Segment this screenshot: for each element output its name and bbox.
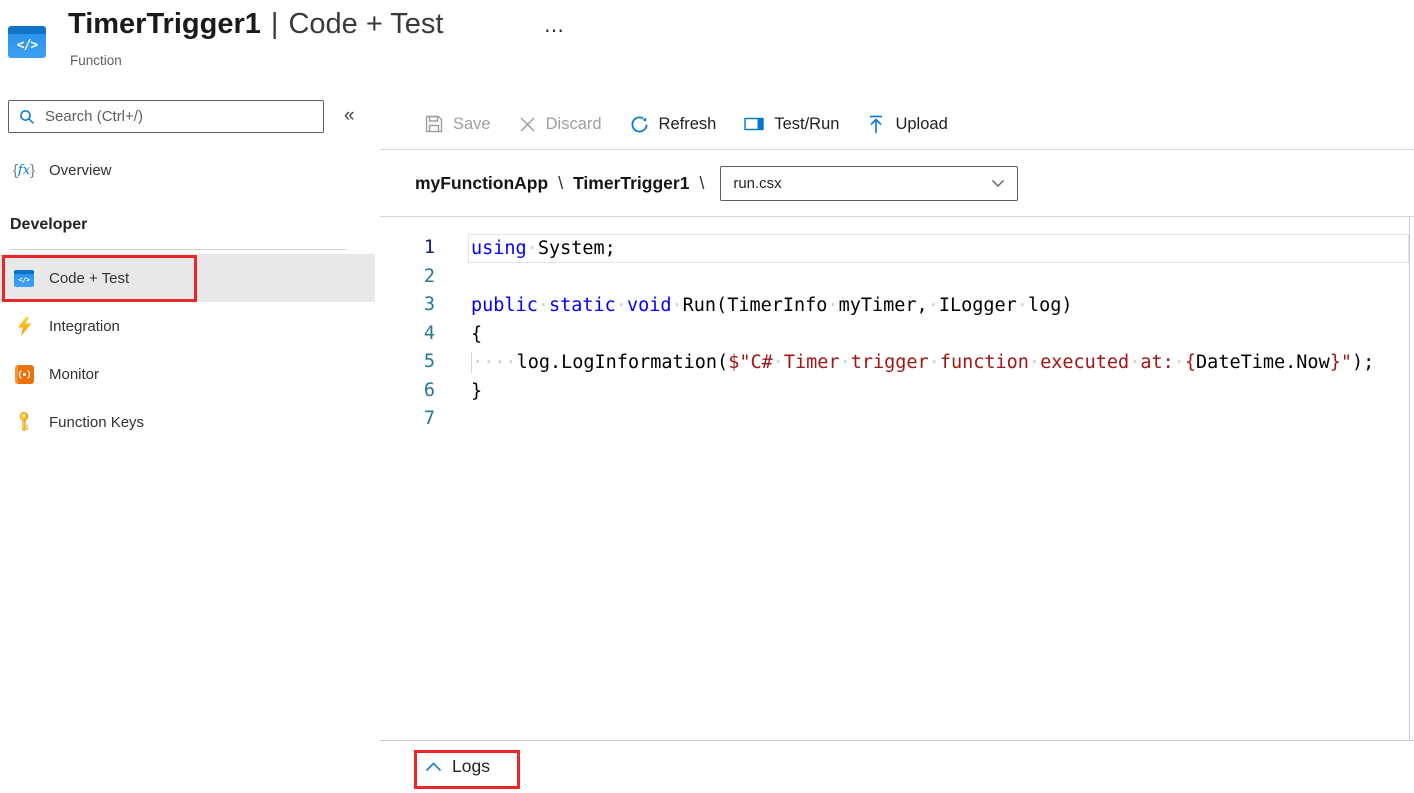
function-code-test-page: </> TimerTrigger1 | Code + Test ⋯ Function…	[0, 0, 1414, 793]
code-line[interactable]: 1 using·System;	[380, 234, 1409, 263]
code-line[interactable]: 4{	[380, 320, 1409, 349]
code-editor[interactable]: 1 using·System; 23 public·static·void·Run(T…	[380, 217, 1410, 740]
test-run-button[interactable]: Test/Run	[744, 115, 839, 134]
logs-expander-button[interactable]: Logs	[417, 753, 500, 780]
logs-divider	[380, 740, 1414, 741]
breadcrumb-app-name[interactable]: myFunctionApp	[415, 173, 548, 194]
line-number: 4	[380, 320, 435, 349]
sidebar-item-label: Code + Test	[49, 270, 129, 287]
search-input[interactable]	[43, 107, 323, 126]
chevron-down-icon	[991, 179, 1005, 188]
chevron-up-icon	[425, 762, 442, 772]
file-dropdown[interactable]: run.csx	[720, 166, 1018, 201]
save-button[interactable]: Save	[425, 115, 491, 134]
refresh-label: Refresh	[659, 115, 717, 134]
code-line-content: {	[468, 320, 1409, 349]
code-line-content: ····log.LogInformation($"C#·Timer·trigge…	[468, 348, 1409, 377]
sidebar-item-label: Monitor	[49, 366, 99, 383]
file-dropdown-value: run.csx	[733, 175, 781, 192]
logs-label: Logs	[452, 756, 490, 777]
line-number: 7	[380, 405, 435, 434]
test-run-label: Test/Run	[774, 115, 839, 134]
more-options-icon[interactable]: ⋯	[540, 14, 570, 47]
test-run-panel-icon	[744, 116, 764, 132]
breadcrumb-separator: \	[558, 173, 563, 194]
key-icon	[14, 412, 34, 432]
fx-braces-icon: {fx}	[14, 160, 34, 180]
page-title-separator: |	[271, 8, 279, 40]
code-line-content	[468, 263, 1409, 292]
breadcrumb: myFunctionApp \ TimerTrigger1 \ run.csx	[415, 150, 1018, 216]
page-title-view-name: Code + Test	[288, 8, 443, 40]
code-line-content: }	[468, 377, 1409, 406]
discard-label: Discard	[546, 115, 602, 134]
function-code-window-icon: </>	[8, 26, 46, 58]
code-line-content	[468, 405, 1409, 434]
sidebar-item-label: Overview	[49, 162, 112, 179]
code-line[interactable]: 6}	[380, 377, 1409, 406]
section-divider	[10, 249, 346, 250]
code-line-content: using·System;	[468, 234, 1409, 263]
sidebar-item-label: Integration	[49, 318, 120, 335]
page-title: TimerTrigger1 | Code + Test	[68, 8, 443, 41]
discard-x-icon	[519, 116, 536, 133]
breadcrumb-separator: \	[699, 173, 704, 194]
sidebar-search[interactable]	[8, 100, 324, 133]
code-line[interactable]: 7	[380, 405, 1409, 434]
monitor-telemetry-icon	[14, 364, 34, 384]
save-icon	[425, 115, 443, 133]
sidebar-item-label: Function Keys	[49, 414, 144, 431]
discard-button[interactable]: Discard	[519, 115, 602, 134]
line-number: 5	[380, 348, 435, 377]
editor-toolbar: Save Discard Refresh Test/Run	[425, 100, 948, 148]
line-number: 6	[380, 377, 435, 406]
sidebar-item-code-test[interactable]: </> Code + Test	[0, 254, 375, 302]
code-line[interactable]: 3 public·static·void·Run(TimerInfo·myTime…	[380, 291, 1409, 320]
sidebar-section-developer: Developer	[10, 216, 87, 234]
line-number: 2	[380, 263, 435, 292]
breadcrumb-function-name[interactable]: TimerTrigger1	[573, 173, 689, 194]
refresh-icon	[630, 115, 649, 134]
page-subtitle: Function	[70, 53, 122, 68]
upload-label: Upload	[895, 115, 947, 134]
code-glyph: </>	[17, 38, 37, 53]
code-line-content: public·static·void·Run(TimerInfo·myTimer…	[468, 291, 1409, 320]
line-number: 3	[380, 291, 435, 320]
sidebar-item-monitor[interactable]: Monitor	[0, 350, 375, 398]
line-number: 1	[380, 234, 435, 263]
page-title-function-name: TimerTrigger1	[68, 8, 261, 40]
search-icon	[19, 109, 35, 125]
upload-button[interactable]: Upload	[867, 115, 947, 134]
code-line[interactable]: 5 ····log.LogInformation($"C#·Timer·trigg…	[380, 348, 1409, 377]
sidebar-item-integration[interactable]: Integration	[0, 302, 375, 350]
code-line[interactable]: 2	[380, 263, 1409, 292]
sidebar-item-overview[interactable]: {fx} Overview	[0, 150, 375, 190]
sidebar-item-function-keys[interactable]: Function Keys	[0, 398, 375, 446]
save-label: Save	[453, 115, 491, 134]
upload-icon	[867, 115, 885, 134]
refresh-button[interactable]: Refresh	[630, 115, 717, 134]
code-window-icon: </>	[14, 268, 34, 288]
collapse-sidebar-icon[interactable]: «	[340, 103, 359, 129]
lightning-icon	[14, 316, 34, 336]
